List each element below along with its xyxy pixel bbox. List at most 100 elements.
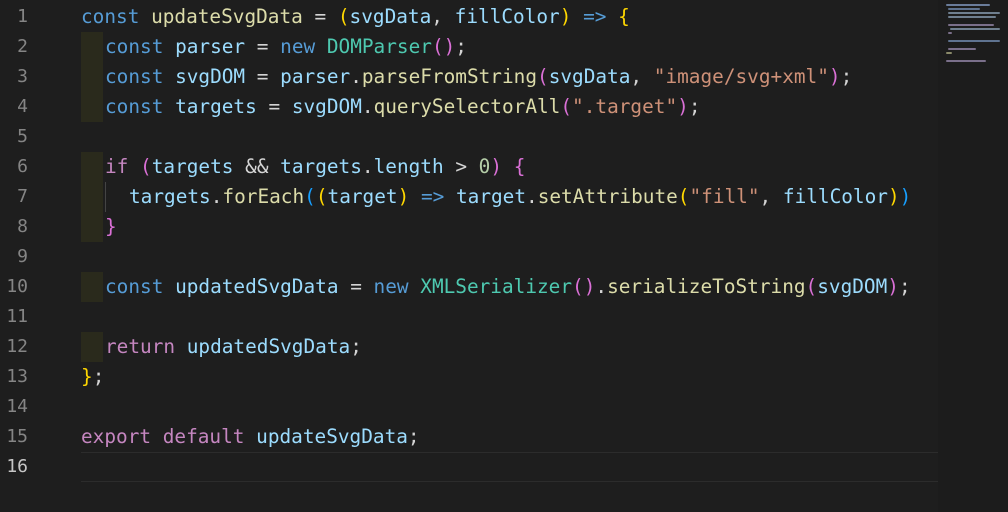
code-token: default — [162, 425, 245, 448]
code-token: = — [245, 65, 281, 88]
code-line: const svgDOM = parser.parseFromString(sv… — [105, 62, 852, 92]
line-number: 8 — [17, 216, 28, 237]
line-number: 10 — [6, 276, 28, 297]
code-token: targets — [280, 155, 362, 178]
minimap-line — [946, 60, 986, 62]
code-token: . — [210, 185, 223, 208]
code-token: new — [280, 35, 316, 58]
code-token: target — [455, 185, 527, 208]
code-token: const — [105, 65, 164, 88]
code-token: targets — [175, 95, 257, 118]
code-token: length — [373, 155, 444, 178]
code-token: = — [302, 5, 338, 28]
code-token: forEach — [222, 185, 305, 208]
code-token: fillColor — [454, 5, 560, 28]
code-token: DOMParser — [326, 35, 432, 58]
line-number: 11 — [6, 306, 28, 327]
line-number: 14 — [6, 396, 28, 417]
line-number: 9 — [17, 246, 28, 267]
code-token: { — [513, 155, 526, 178]
minimap-line — [948, 8, 980, 10]
code-token: > — [443, 155, 479, 178]
code-token: , — [431, 5, 455, 28]
code-token: svgDOM — [291, 95, 362, 118]
code-token: ) — [887, 275, 899, 298]
code-token: if — [105, 155, 129, 178]
code-line: export default updateSvgData; — [81, 422, 420, 452]
code-area[interactable]: const updateSvgData = (svgData, fillColo… — [81, 0, 938, 512]
code-line: const targets = svgDOM.querySelectorAll(… — [105, 92, 701, 122]
code-token: ; — [898, 275, 911, 298]
minimap-line — [946, 4, 990, 6]
code-token: = — [245, 35, 281, 58]
code-token: const — [105, 35, 164, 58]
minimap[interactable] — [938, 0, 1008, 512]
code-token: ; — [407, 425, 420, 448]
line-number: 2 — [17, 36, 28, 57]
code-token: updateSvgData — [151, 5, 303, 28]
code-token: const — [81, 5, 140, 28]
minimap-line — [948, 32, 952, 34]
code-line: const updateSvgData = (svgData, fillColo… — [81, 2, 630, 32]
code-token: ( — [315, 185, 328, 208]
code-line: if (targets && targets.length > 0) { — [105, 152, 525, 182]
code-token: => — [409, 185, 456, 208]
code-token: updatedSvgData — [175, 275, 339, 298]
code-token: svgData — [548, 65, 631, 88]
code-token: . — [595, 275, 608, 298]
code-token: . — [361, 95, 374, 118]
code-token: ( — [337, 5, 350, 28]
code-token: ; — [350, 335, 362, 358]
code-token: querySelectorAll — [373, 95, 561, 118]
code-line: }; — [81, 362, 104, 392]
code-token: { — [618, 5, 630, 28]
code-token: ) — [899, 185, 912, 208]
code-token: const — [105, 275, 164, 298]
code-token: ) — [887, 185, 900, 208]
code-token: "image/svg+xml" — [653, 65, 829, 88]
line-number: 7 — [17, 186, 28, 207]
minimap-line — [948, 24, 994, 26]
code-line: const parser = new DOMParser(); — [105, 32, 467, 62]
code-token: = — [256, 95, 292, 118]
minimap-line — [948, 16, 996, 18]
line-number: 6 — [17, 156, 28, 177]
code-token: } — [105, 215, 117, 238]
code-token: updateSvgData — [256, 425, 408, 448]
line-number-gutter: 1 2 3 4 5 6 7 8 9 10 11 12 13 14 15 16 — [0, 0, 60, 512]
code-token: svgData — [349, 5, 432, 28]
line-number: 12 — [6, 336, 28, 357]
code-token: ) — [828, 65, 841, 88]
code-token: () — [572, 275, 596, 298]
minimap-line — [948, 48, 976, 50]
code-token: ( — [805, 275, 818, 298]
code-line: } — [105, 212, 117, 242]
code-token: targets — [151, 155, 234, 178]
code-token: parseFromString — [361, 65, 537, 88]
code-editor[interactable]: 1 2 3 4 5 6 7 8 9 10 11 12 13 14 15 16 c… — [0, 0, 1008, 512]
minimap-line — [950, 28, 1000, 30]
code-token: setAttribute — [537, 185, 678, 208]
minimap-line — [948, 12, 1000, 14]
code-token: svgDOM — [817, 275, 888, 298]
code-token: ; — [688, 95, 701, 118]
code-token: return — [105, 335, 176, 358]
minimap-line — [948, 40, 1000, 42]
line-number: 1 — [17, 6, 28, 27]
code-token: export — [81, 425, 152, 448]
code-token: XMLSerializer — [420, 275, 573, 298]
code-token: target — [327, 185, 398, 208]
code-token: } — [81, 365, 93, 388]
code-token: ) — [677, 95, 689, 118]
code-token: ( — [140, 155, 152, 178]
code-token: ) — [559, 5, 572, 28]
